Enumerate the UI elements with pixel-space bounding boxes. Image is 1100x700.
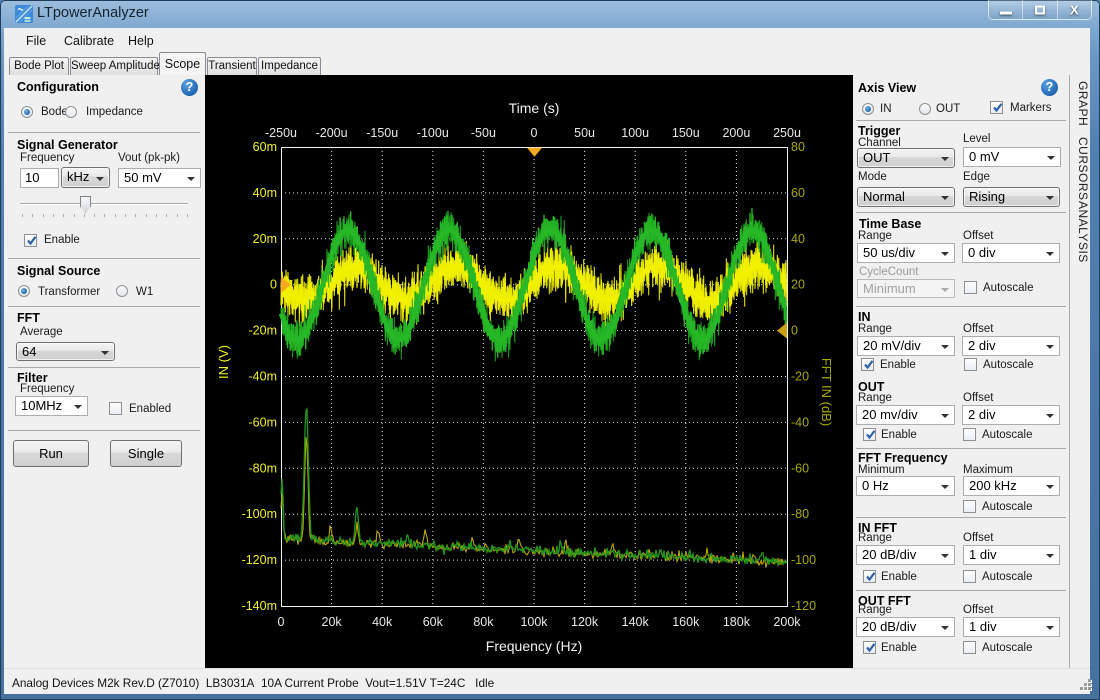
- svg-text:200k: 200k: [773, 615, 801, 629]
- svg-text:-80: -80: [791, 507, 809, 521]
- svg-text:100u: 100u: [621, 126, 649, 140]
- svg-text:-100u: -100u: [417, 126, 449, 140]
- svg-text:250u: 250u: [773, 126, 801, 140]
- svg-text:40: 40: [791, 232, 805, 246]
- svg-text:-120m: -120m: [242, 553, 277, 567]
- svg-text:-40m: -40m: [249, 370, 277, 384]
- svg-text:-20: -20: [791, 370, 809, 384]
- svg-text:60m: 60m: [253, 140, 277, 154]
- svg-text:0: 0: [278, 615, 285, 629]
- svg-text:-200u: -200u: [316, 126, 348, 140]
- svg-text:40m: 40m: [253, 186, 277, 200]
- svg-text:80: 80: [791, 140, 805, 154]
- svg-text:-140m: -140m: [242, 599, 277, 613]
- svg-text:0: 0: [531, 126, 538, 140]
- svg-text:-60: -60: [791, 461, 809, 475]
- svg-text:Time (s): Time (s): [509, 100, 560, 116]
- svg-text:140k: 140k: [622, 615, 650, 629]
- svg-text:60: 60: [791, 186, 805, 200]
- svg-text:-250u: -250u: [265, 126, 297, 140]
- svg-text:-100: -100: [791, 553, 816, 567]
- svg-text:-150u: -150u: [366, 126, 398, 140]
- svg-text:FFT IN (dB): FFT IN (dB): [819, 358, 834, 426]
- svg-text:60k: 60k: [423, 615, 444, 629]
- svg-text:200u: 200u: [722, 126, 750, 140]
- svg-text:100k: 100k: [520, 615, 548, 629]
- svg-text:-40: -40: [791, 415, 809, 429]
- svg-text:120k: 120k: [571, 615, 599, 629]
- svg-text:80k: 80k: [473, 615, 494, 629]
- svg-text:180k: 180k: [723, 615, 751, 629]
- svg-text:20: 20: [791, 278, 805, 292]
- svg-text:-20m: -20m: [249, 324, 277, 338]
- svg-text:40k: 40k: [372, 615, 393, 629]
- svg-text:0: 0: [270, 278, 277, 292]
- svg-text:-80m: -80m: [249, 461, 277, 475]
- svg-text:-50u: -50u: [471, 126, 496, 140]
- svg-text:-60m: -60m: [249, 415, 277, 429]
- svg-text:-120: -120: [791, 599, 816, 613]
- svg-text:20m: 20m: [253, 232, 277, 246]
- svg-text:Frequency (Hz): Frequency (Hz): [486, 638, 582, 654]
- svg-text:160k: 160k: [672, 615, 700, 629]
- svg-text:IN (V): IN (V): [216, 345, 231, 379]
- svg-text:-100m: -100m: [242, 507, 277, 521]
- svg-text:20k: 20k: [322, 615, 343, 629]
- svg-text:50u: 50u: [574, 126, 595, 140]
- svg-text:150u: 150u: [672, 126, 700, 140]
- svg-text:0: 0: [791, 324, 798, 338]
